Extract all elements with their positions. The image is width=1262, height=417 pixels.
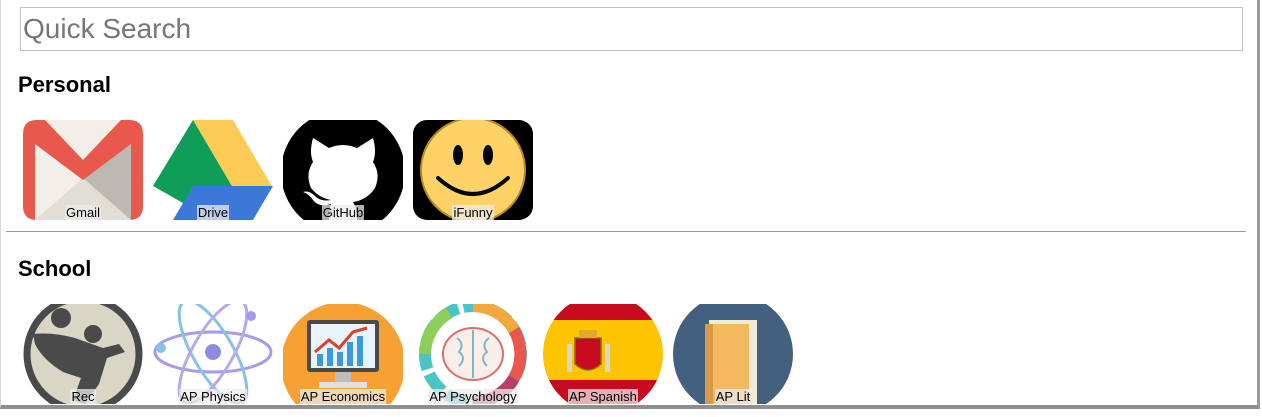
ap-physics-label: AP Physics xyxy=(179,389,247,404)
section-title-personal: Personal xyxy=(18,72,111,97)
section-title-school: School xyxy=(18,256,92,281)
ap-lit-label: AP Lit xyxy=(714,389,752,404)
ap-spanish-label: AP Spanish xyxy=(568,389,638,404)
quick-search-input[interactable] xyxy=(20,7,1243,51)
drive-link[interactable]: Drive xyxy=(153,120,273,220)
ap-spanish-link[interactable]: AP Spanish xyxy=(543,304,663,404)
launcher-page: Personal Gmail Drive GitHub xyxy=(0,0,1260,409)
ap-psychology-label: AP Psychology xyxy=(428,389,518,404)
drive-label: Drive xyxy=(196,205,230,220)
ap-lit-link[interactable]: AP Lit xyxy=(673,304,793,404)
gmail-link[interactable]: Gmail xyxy=(23,120,143,220)
github-label: GitHub xyxy=(321,205,365,220)
ap-economics-link[interactable]: AP Economics xyxy=(283,304,403,404)
github-link[interactable]: GitHub xyxy=(283,120,403,220)
ap-physics-link[interactable]: AP Physics xyxy=(153,304,273,404)
ap-economics-label: AP Economics xyxy=(299,389,387,404)
gmail-label: Gmail xyxy=(65,205,101,220)
ifunny-link[interactable]: iFunny xyxy=(413,120,533,220)
rec-link[interactable]: Rec xyxy=(23,304,143,404)
rec-label: Rec xyxy=(70,389,96,404)
section-divider xyxy=(6,231,1246,232)
ifunny-label: iFunny xyxy=(452,205,494,220)
ap-psychology-link[interactable]: AP Psychology xyxy=(413,304,533,404)
